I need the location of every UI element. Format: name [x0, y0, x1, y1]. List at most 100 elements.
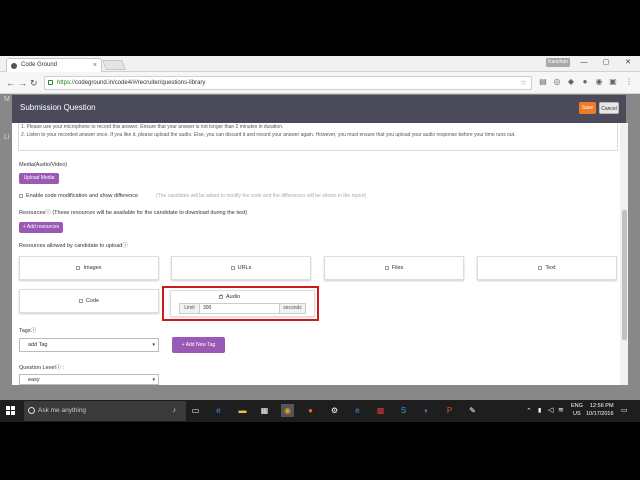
skype-icon[interactable]: S	[397, 404, 410, 417]
limit-suffix: seconds	[279, 304, 305, 313]
search-placeholder: Ask me anything	[38, 407, 87, 414]
menu-icon[interactable]: ⋮	[624, 77, 634, 87]
add-resources-button[interactable]: + Add resources	[19, 222, 63, 233]
modal-title: Submission Question	[20, 103, 96, 112]
resource-option-label: Images	[83, 265, 102, 271]
language-bottom[interactable]: US	[573, 411, 581, 417]
bg-text: Li	[4, 134, 10, 141]
resource-option-urls[interactable]: URLs	[171, 256, 311, 280]
clock-time[interactable]: 12:56 PM	[590, 403, 614, 409]
add-new-tag-button[interactable]: + Add New Tag	[172, 337, 225, 353]
code-modification-hint: (The candidate will be asked to modify t…	[156, 193, 367, 199]
new-tab-button[interactable]	[102, 60, 126, 70]
resource-option-label: Text	[545, 265, 556, 271]
upload-media-button[interactable]: Upload Media	[19, 173, 59, 184]
app-icon[interactable]: ▩	[374, 404, 387, 417]
limit-input[interactable]: 300	[203, 304, 211, 313]
bookmark-star-icon[interactable]: ☆	[520, 77, 527, 89]
windows-taskbar: Ask me anything ♪ ▭ e ▬ ▦ ◉ ● ⚙ e ▩ S ◐ …	[0, 400, 640, 422]
task-view-icon[interactable]: ▭	[189, 404, 202, 417]
checkbox[interactable]	[76, 265, 81, 270]
settings-icon[interactable]: ⚙	[328, 404, 341, 417]
tag-select-value: add Tag	[28, 342, 48, 348]
tray-chevron-icon[interactable]: ⌃	[526, 407, 532, 415]
chrome-icon[interactable]: ◉	[281, 404, 294, 417]
modal-header: Submission Question	[12, 95, 626, 123]
store-icon[interactable]: ▦	[258, 404, 271, 417]
firefox-icon[interactable]: ●	[304, 404, 317, 417]
wifi-icon[interactable]: ≋	[558, 406, 564, 414]
maximize-icon[interactable]: ▢	[596, 56, 616, 70]
cancel-button[interactable]: Cancel	[599, 102, 619, 114]
language-top[interactable]: ENG	[571, 403, 583, 409]
extension-icon[interactable]: ◉	[594, 77, 604, 87]
resource-option-text[interactable]: Text	[477, 256, 617, 280]
checkbox[interactable]	[538, 265, 543, 270]
close-window-icon[interactable]: ✕	[618, 56, 638, 70]
code-modification-option[interactable]: Enable code modification and show differ…	[19, 193, 138, 199]
checkbox[interactable]	[230, 265, 235, 270]
extension-icon[interactable]: ◎	[552, 77, 562, 87]
edge-icon[interactable]: e	[212, 404, 225, 417]
scrollbar-thumb[interactable]	[622, 210, 627, 340]
volume-icon[interactable]: ◁	[548, 406, 553, 414]
ie-icon[interactable]: e	[351, 404, 364, 417]
resource-option-files[interactable]: Files	[324, 256, 464, 280]
cortana-icon	[28, 407, 35, 414]
audio-option[interactable]: Audio	[219, 293, 241, 300]
extension-icon[interactable]: ▤	[538, 77, 548, 87]
clock-date[interactable]: 10/17/2016	[586, 411, 614, 417]
back-icon[interactable]: ←	[6, 76, 15, 90]
tab-title: Code Ground	[21, 62, 58, 68]
allowed-uploads-label: Resources allowed by candidate to upload…	[19, 243, 128, 249]
app-icon[interactable]: ✎	[466, 404, 479, 417]
tags-label: Tagsⓘ	[19, 328, 37, 334]
instruction-line: 2. Listen to your recorded answer once. …	[21, 132, 516, 138]
favicon-icon	[11, 63, 17, 69]
url-path: codeground.in/code4/#/recruiter/question…	[75, 80, 206, 86]
extension-icon[interactable]: ◆	[566, 77, 576, 87]
browser-tab[interactable]: Code Ground ×	[6, 58, 102, 72]
bg-text: M	[4, 96, 10, 103]
powerpoint-icon[interactable]: P	[443, 404, 456, 417]
checkbox[interactable]	[78, 298, 83, 303]
file-explorer-icon[interactable]: ▬	[236, 404, 249, 417]
checkbox-checked[interactable]	[219, 293, 223, 299]
close-tab-icon[interactable]: ×	[93, 59, 97, 72]
code-modification-label: Enable code modification and show differ…	[26, 193, 139, 199]
app-icon[interactable]: ◐	[420, 404, 433, 417]
tag-select[interactable]: add Tag ▾	[19, 338, 159, 352]
media-label: Media(Audio/Video)	[19, 162, 68, 168]
reload-icon[interactable]: ↻	[30, 76, 38, 90]
resource-option-audio[interactable]: Audio Limit 300 seconds	[170, 290, 315, 317]
windows-start-icon[interactable]	[6, 406, 16, 416]
lock-icon	[48, 80, 53, 85]
extension-icon[interactable]: ●	[580, 77, 590, 87]
extension-icon[interactable]: ▣	[608, 77, 618, 87]
address-bar: ← → ↻ https://codeground.in/code4/#/recr…	[0, 72, 640, 94]
taskbar-search-input[interactable]: Ask me anything ♪	[24, 401, 186, 421]
profile-badge[interactable]: Kanchan	[546, 58, 570, 67]
resource-option-images[interactable]: Images	[19, 256, 159, 280]
forward-icon[interactable]: →	[18, 76, 27, 90]
resource-option-label: Code	[85, 298, 100, 304]
url-scheme: https://	[57, 80, 76, 86]
caret-down-icon: ▾	[152, 377, 155, 383]
caret-down-icon: ▾	[152, 342, 155, 348]
save-button[interactable]: Save	[579, 102, 596, 114]
limit-prefix: Limit	[180, 304, 200, 313]
resource-option-label: Files	[391, 265, 404, 271]
microphone-icon[interactable]: ♪	[173, 401, 177, 421]
network-icon[interactable]: ▮	[538, 407, 541, 414]
audio-limit-group: Limit 300 seconds	[179, 303, 306, 314]
resource-option-label: URLs	[237, 265, 252, 271]
question-level-select[interactable]: easy ▾	[19, 374, 159, 385]
notifications-icon[interactable]: ▭	[621, 406, 628, 414]
tab-strip: Code Ground × Kanchan — ▢ ✕	[0, 56, 640, 72]
url-input[interactable]: https://codeground.in/code4/#/recruiter/…	[44, 76, 532, 90]
minimize-icon[interactable]: —	[574, 56, 594, 70]
resource-option-code[interactable]: Code	[19, 289, 159, 313]
audio-label: Audio	[226, 294, 241, 300]
checkbox[interactable]	[19, 193, 23, 198]
checkbox[interactable]	[384, 265, 389, 270]
